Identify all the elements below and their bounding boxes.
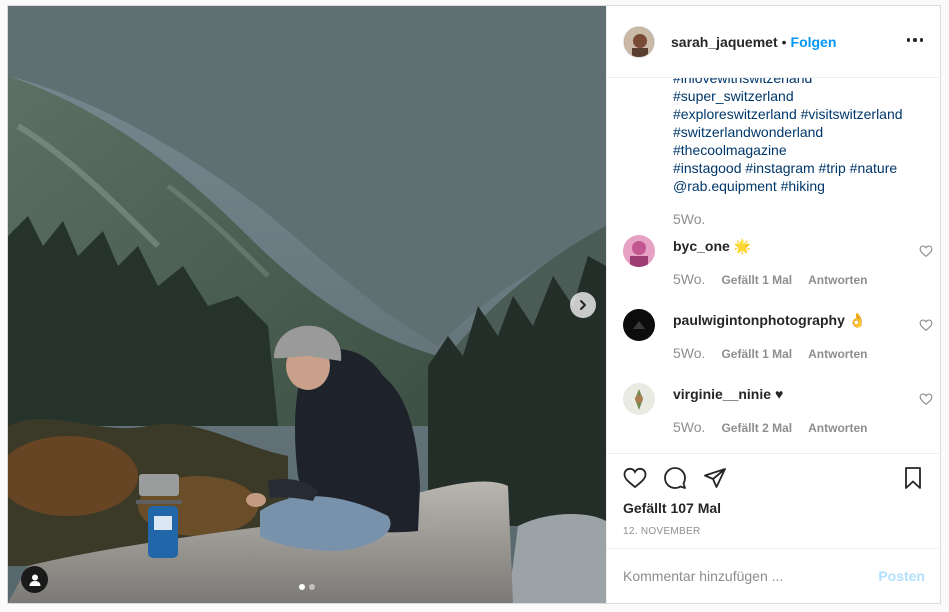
separator-dot: • [781, 33, 787, 50]
post-date[interactable]: 12. NOVEMBER [623, 526, 701, 537]
comment-username[interactable]: virginie__ninie ♥ [673, 386, 783, 402]
post-sidebar: sarah_jaquemet • Folgen #inlovewithswitz… [606, 6, 941, 603]
user-icon [29, 574, 40, 586]
comment-timestamp[interactable]: 5Wo. [673, 345, 705, 361]
comment-meta: 5Wo. Gefällt 1 Mal Antworten [673, 271, 867, 287]
caption-line[interactable]: #thecoolmagazine [673, 141, 933, 159]
post-comment-button[interactable]: Posten [878, 568, 925, 584]
follow-button[interactable]: Folgen [791, 34, 837, 50]
comment-input[interactable] [623, 568, 879, 584]
comment-bubble-icon[interactable] [663, 466, 687, 490]
comment-username[interactable]: paulwigintonphotography 👌 [673, 312, 866, 329]
post-header: sarah_jaquemet • Folgen [607, 6, 941, 78]
instagram-post: sarah_jaquemet • Folgen #inlovewithswitz… [7, 5, 941, 604]
avatar-image [624, 26, 654, 57]
more-options-icon[interactable] [905, 30, 925, 50]
comment-meta: 5Wo. Gefällt 1 Mal Antworten [673, 345, 867, 361]
comments-scroll-area[interactable]: #inlovewithswitzerland #super_switzerlan… [607, 78, 941, 453]
comment-text: ♥ [775, 386, 784, 402]
carousel-indicator [8, 584, 606, 590]
post-likes-count[interactable]: Gefällt 107 Mal [623, 500, 721, 516]
commenter-avatar[interactable] [623, 309, 655, 341]
author-username[interactable]: sarah_jaquemet [671, 34, 778, 50]
carousel-dot [309, 584, 315, 590]
comment-username-text[interactable]: virginie__ninie [673, 386, 771, 402]
caption-line[interactable]: #inlovewithswitzerland [673, 78, 933, 87]
caption-line[interactable]: #super_switzerland [673, 87, 933, 105]
commenter-avatar[interactable] [623, 383, 655, 415]
comment-text: 🌟 [733, 238, 752, 254]
like-comment-heart-icon[interactable] [919, 244, 933, 258]
comment-likes-count[interactable]: Gefällt 1 Mal [721, 273, 792, 287]
commenter-avatar[interactable] [623, 235, 655, 267]
caption-line[interactable]: #switzerlandwonderland [673, 123, 933, 141]
comment-item: paulwigintonphotography 👌 5Wo. Gefällt 1 … [623, 309, 933, 369]
avatar-image [623, 235, 655, 267]
avatar-image [623, 383, 655, 415]
comment-username[interactable]: byc_one 🌟 [673, 238, 751, 255]
save-bookmark-icon[interactable] [901, 466, 925, 490]
post-photo[interactable] [8, 6, 606, 603]
comment-timestamp[interactable]: 5Wo. [673, 419, 705, 435]
comment-item: virginie__ninie ♥ 5Wo. Gefällt 2 Mal Antw… [623, 383, 933, 443]
reply-button[interactable]: Antworten [808, 347, 867, 361]
comment-item: byc_one 🌟 5Wo. Gefällt 1 Mal Antworten [623, 235, 933, 295]
mountain-scene-image [8, 6, 606, 603]
caption-line[interactable]: @rab.equipment #hiking [673, 177, 933, 195]
comment-likes-count[interactable]: Gefällt 2 Mal [721, 421, 792, 435]
comment-meta: 5Wo. Gefällt 2 Mal Antworten [673, 419, 867, 435]
caption-line[interactable]: #exploreswitzerland #visitswitzerland [673, 105, 933, 123]
carousel-dot-active [299, 584, 305, 590]
avatar-image [623, 309, 655, 341]
author-avatar[interactable] [623, 25, 655, 58]
post-actions: Gefällt 107 Mal 12. NOVEMBER [607, 453, 941, 548]
like-heart-icon[interactable] [623, 466, 647, 490]
like-comment-heart-icon[interactable] [919, 392, 933, 406]
reply-button[interactable]: Antworten [808, 273, 867, 287]
like-comment-heart-icon[interactable] [919, 318, 933, 332]
post-caption: #inlovewithswitzerland #super_switzerlan… [673, 78, 933, 195]
share-paper-plane-icon[interactable] [703, 466, 727, 490]
caption-timestamp[interactable]: 5Wo. [673, 211, 705, 227]
comment-text: 👌 [848, 312, 867, 328]
tagged-users-button[interactable] [21, 566, 48, 593]
comment-username-text[interactable]: paulwigintonphotography [673, 312, 845, 328]
comment-likes-count[interactable]: Gefällt 1 Mal [721, 347, 792, 361]
next-photo-button[interactable] [570, 292, 596, 318]
caption-line[interactable]: #instagood #instagram #trip #nature [673, 159, 933, 177]
add-comment-bar: Posten [607, 548, 941, 603]
action-icons-row [623, 466, 727, 490]
comment-username-text[interactable]: byc_one [673, 238, 730, 254]
chevron-right-icon [580, 300, 586, 310]
reply-button[interactable]: Antworten [808, 421, 867, 435]
comment-timestamp[interactable]: 5Wo. [673, 271, 705, 287]
